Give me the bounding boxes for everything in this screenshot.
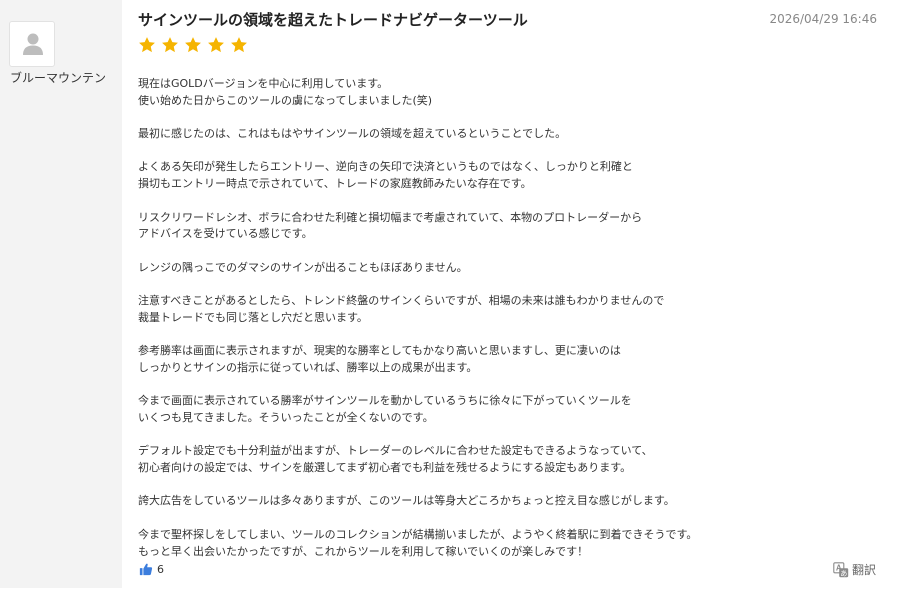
star-icon — [185, 37, 201, 53]
translate-button[interactable]: A あ 翻訳 — [833, 561, 876, 578]
review-paragraph: 最初に感じたのは、これはもはやサインツールの領域を超えているということでした。 — [138, 126, 828, 143]
review-title: サインツールの領域を超えたトレードナビゲーターツール — [138, 11, 528, 29]
review-line: 注意すべきことがあるとしたら、トレンド終盤のサインくらいですが、相場の未来は誰も… — [138, 294, 665, 308]
review-line: 使い始めた日からこのツールの虜になってしまいました(笑) — [138, 93, 433, 107]
star-icon — [208, 37, 224, 53]
review-paragraph: 今まで聖杯探しをしてしまい、ツールのコレクションが結構揃いましたが、ようやく終着… — [138, 527, 828, 560]
review-date: 2026/04/29 16:46 — [769, 12, 877, 26]
user-silhouette-icon — [23, 33, 43, 55]
review-line: しっかりとサインの指示に従っていれば、勝率以上の成果が出ます。 — [138, 360, 478, 374]
review-paragraph: 現在はGOLDバージョンを中心に利用しています。使い始めた日からこのツールの虜に… — [138, 76, 828, 109]
review-paragraph: リスクリワードレシオ、ボラに合わせた利確と損切幅まで考慮されていて、本物のプロト… — [138, 210, 828, 243]
review-paragraph: レンジの隅っこでのダマシのサインが出ることもほぼありません。 — [138, 260, 828, 277]
translate-icon: A あ — [833, 561, 849, 577]
star-icon — [162, 37, 178, 53]
review-line: よくある矢印が発生したらエントリー、逆向きの矢印で決済というものではなく、しっか… — [138, 160, 633, 174]
review-line: 損切もエントリー時点で示されていて、トレードの家庭教師みたいな存在です。 — [138, 177, 532, 191]
review-line: 現在はGOLDバージョンを中心に利用しています。 — [138, 77, 389, 90]
review-paragraph: 参考勝率は画面に表示されますが、現実的な勝率としてもかなり高いと思いますし、更に… — [138, 343, 828, 376]
review-line: アドバイスを受けている感じです。 — [138, 227, 313, 241]
translate-label: 翻訳 — [851, 563, 876, 577]
review-paragraph: 注意すべきことがあるとしたら、トレンド終盤のサインくらいですが、相場の未来は誰も… — [138, 293, 828, 326]
star-icon — [139, 37, 155, 53]
review-line: デフォルト設定でも十分利益が出ますが、トレーダーのレベルに合わせた設定もできるよ… — [138, 444, 653, 458]
review-line: 裁量トレードでも同じ落とし穴だと思います。 — [138, 310, 368, 324]
review-line: レンジの隅っこでのダマシのサインが出ることもほぼありません。 — [138, 260, 468, 274]
like-button[interactable]: 6 — [139, 562, 164, 576]
review-paragraph: デフォルト設定でも十分利益が出ますが、トレーダーのレベルに合わせた設定もできるよ… — [138, 443, 828, 476]
review-line: 初心者向けの設定では、サインを厳選してまず初心者でも利益を残せるようにする設定も… — [138, 461, 632, 475]
svg-text:あ: あ — [840, 569, 847, 577]
review-line: 今まで画面に表示されている勝率がサインツールを動かしているうちに徐々に下がってい… — [138, 394, 632, 408]
review-line: 最初に感じたのは、これはもはやサインツールの領域を超えているということでした。 — [138, 127, 567, 141]
reviewer-name[interactable]: ブルーマウンテン — [10, 70, 110, 87]
review-line: 参考勝率は画面に表示されますが、現実的な勝率としてもかなり高いと思いますし、更に… — [138, 344, 621, 358]
reviewer-panel: ブルーマウンテン — [0, 0, 122, 588]
like-count: 6 — [157, 562, 164, 576]
review-paragraph: よくある矢印が発生したらエントリー、逆向きの矢印で決済というものではなく、しっか… — [138, 159, 828, 192]
star-rating — [137, 35, 249, 55]
review-line: リスクリワードレシオ、ボラに合わせた利確と損切幅まで考慮されていて、本物のプロト… — [138, 210, 643, 224]
review-line: 誇大広告をしているツールは多々ありますが、このツールは等身大どころかちょっと控え… — [138, 494, 675, 508]
review-body: 現在はGOLDバージョンを中心に利用しています。使い始めた日からこのツールの虜に… — [138, 76, 828, 560]
review-card: サインツールの領域を超えたトレードナビゲーターツール 2026/04/29 16… — [122, 0, 900, 604]
review-paragraph: 誇大広告をしているツールは多々ありますが、このツールは等身大どころかちょっと控え… — [138, 493, 828, 510]
star-icon — [231, 37, 247, 53]
thumbs-up-icon — [139, 563, 153, 576]
review-line: もっと早く出会いたかったですが、これからツールを利用して稼いでいくのが楽しみです… — [138, 544, 589, 558]
review-line: いくつも見てきました。そういったことが全くないのです。 — [138, 410, 434, 424]
avatar[interactable] — [9, 21, 55, 67]
review-line: 今まで聖杯探しをしてしまい、ツールのコレクションが結構揃いましたが、ようやく終着… — [138, 527, 698, 541]
review-paragraph: 今まで画面に表示されている勝率がサインツールを動かしているうちに徐々に下がってい… — [138, 393, 828, 426]
